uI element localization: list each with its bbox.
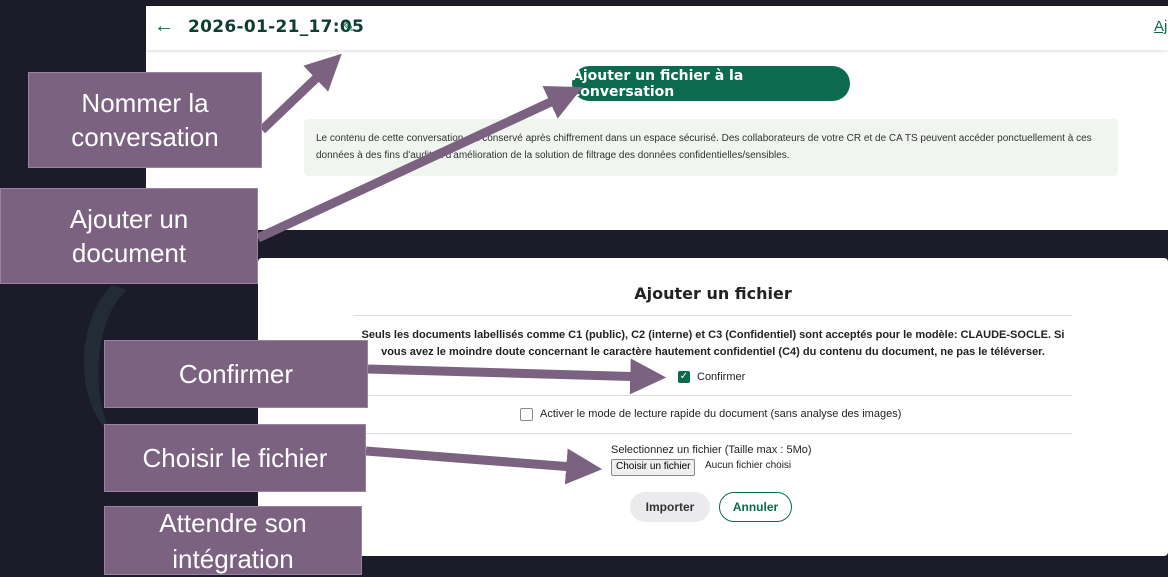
annotation-text: document (71, 238, 187, 268)
confirm-checkbox-row[interactable]: ✓ Confirmer (678, 369, 745, 385)
annotation-add-document: Ajouter un document (0, 188, 258, 284)
annotation-text: Nommer la (81, 88, 209, 118)
annotation-choose-file: Choisir le fichier (104, 424, 366, 492)
annotation-text: Confirmer (178, 359, 294, 389)
dialog-title: Ajouter un fichier (634, 284, 792, 303)
annotation-text: Attendre son (159, 507, 307, 538)
conversation-title[interactable]: 2026-01-21_17:05 (188, 17, 364, 37)
divider (354, 433, 1072, 434)
choose-file-button[interactable]: Choisir un fichier (611, 459, 696, 476)
import-button[interactable]: Importer (630, 492, 710, 522)
annotation-text: conversation (71, 122, 219, 152)
fast-read-checkbox-row[interactable]: Activer le mode de lecture rapide du doc… (520, 406, 901, 422)
conversation-header: ← 2026-01-21_17:05 ✎ Aj (146, 6, 1168, 50)
pencil-icon[interactable]: ✎ (342, 18, 355, 36)
top-right-link[interactable]: Aj (1154, 18, 1167, 35)
annotation-wait-integration: Attendre son intégration (104, 506, 362, 575)
confidentiality-warning: Seuls les documents labellisés comme C1 … (361, 329, 1065, 358)
confirm-checkbox[interactable]: ✓ (678, 371, 690, 383)
annotation-text: intégration (172, 543, 294, 574)
fast-read-checkbox[interactable] (520, 407, 533, 421)
conversation-panel: ← 2026-01-21_17:05 ✎ Aj Ajouter un fichi… (146, 6, 1168, 230)
annotation-confirm: Confirmer (104, 340, 368, 408)
privacy-notice: Le contenu de cette conversation est con… (304, 119, 1118, 176)
annotation-text: Ajouter un (69, 204, 189, 234)
divider (354, 315, 1072, 316)
divider (354, 395, 1072, 396)
add-file-dialog: Ajouter un fichier Seuls les documents l… (258, 258, 1168, 556)
cancel-button[interactable]: Annuler (719, 492, 792, 522)
file-select-label: Selectionnez un fichier (Taille max : 5M… (611, 444, 812, 456)
arrow-left-icon[interactable]: ← (154, 16, 174, 36)
add-file-to-conversation-button[interactable]: Ajouter un fichier à la conversation (572, 66, 850, 101)
confirm-label: Confirmer (697, 371, 746, 383)
fast-read-label: Activer le mode de lecture rapide du doc… (540, 408, 902, 420)
annotation-text: Choisir le fichier (142, 443, 328, 473)
annotation-name-conversation: Nommer la conversation (28, 72, 262, 168)
no-file-chosen-text: Aucun fichier choisi (705, 460, 792, 471)
